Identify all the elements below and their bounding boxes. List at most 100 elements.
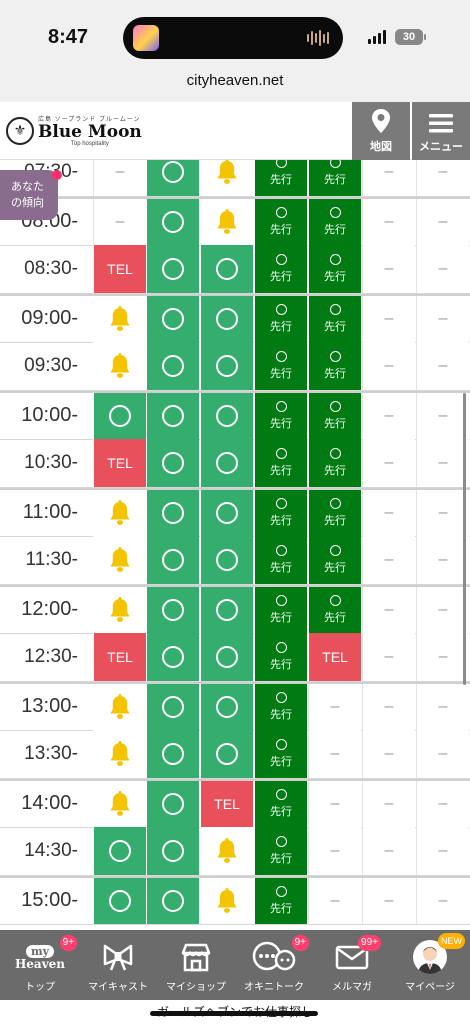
slot-available[interactable] xyxy=(146,683,199,730)
slot-advance-booking[interactable]: 先行 xyxy=(254,877,307,924)
slot-advance-booking[interactable]: 先行 xyxy=(254,633,307,681)
circle-icon xyxy=(216,258,238,280)
slot-notify[interactable] xyxy=(93,730,146,778)
slot-available[interactable] xyxy=(200,489,253,536)
slot-advance-booking[interactable]: 先行 xyxy=(254,489,307,536)
slot-available[interactable] xyxy=(146,439,199,487)
slot-available[interactable] xyxy=(200,342,253,390)
slot-available[interactable] xyxy=(146,586,199,633)
circle-icon xyxy=(216,452,238,474)
nav-item-4[interactable]: 99+ メルマガ xyxy=(313,930,391,1000)
nav-item-0[interactable]: my Heaven 9+ トップ xyxy=(1,930,79,1000)
slot-notify[interactable] xyxy=(200,877,253,924)
map-button[interactable]: 地図 xyxy=(352,102,410,160)
slot-unavailable: – xyxy=(362,342,415,390)
slot-notify[interactable] xyxy=(93,683,146,730)
slot-available[interactable] xyxy=(200,683,253,730)
slot-advance-booking[interactable]: 先行 xyxy=(254,198,307,245)
slot-notify[interactable] xyxy=(93,780,146,827)
slot-notify[interactable] xyxy=(200,160,253,196)
slot-advance-booking[interactable]: 先行 xyxy=(308,489,361,536)
circle-icon xyxy=(109,889,131,912)
slot-advance-booking[interactable]: 先行 xyxy=(308,439,361,487)
slot-available[interactable] xyxy=(93,392,146,439)
slot-unavailable: – xyxy=(416,780,469,827)
slot-advance-booking[interactable]: 先行 xyxy=(254,683,307,730)
slot-available[interactable] xyxy=(200,295,253,342)
slot-advance-booking[interactable]: 先行 xyxy=(308,392,361,439)
small-circle-icon xyxy=(329,254,341,265)
small-circle-icon xyxy=(329,160,341,168)
slot-notify[interactable] xyxy=(93,489,146,536)
slot-available[interactable] xyxy=(146,780,199,827)
slot-available[interactable] xyxy=(200,245,253,293)
slot-available[interactable] xyxy=(200,536,253,584)
slot-available[interactable] xyxy=(146,342,199,390)
nav-badge: NEW xyxy=(438,933,465,949)
slot-available[interactable] xyxy=(146,160,199,196)
slot-advance-booking[interactable]: 先行 xyxy=(308,586,361,633)
slot-notify[interactable] xyxy=(93,342,146,390)
slot-notify[interactable] xyxy=(200,827,253,875)
slot-tel[interactable]: TEL xyxy=(308,633,361,681)
slot-available[interactable] xyxy=(146,489,199,536)
slot-available[interactable] xyxy=(200,392,253,439)
logo-emblem-icon: ⚜ xyxy=(6,116,34,145)
slot-notify[interactable] xyxy=(93,295,146,342)
circle-icon xyxy=(162,889,184,912)
shop-logo[interactable]: ⚜ 広島 ソープランド ブルームーン Blue Moon Top hospita… xyxy=(6,114,142,147)
slot-tel[interactable]: TEL xyxy=(93,633,146,681)
slot-advance-booking[interactable]: 先行 xyxy=(308,198,361,245)
slot-tel[interactable]: TEL xyxy=(200,780,253,827)
slot-advance-booking[interactable]: 先行 xyxy=(254,295,307,342)
nav-item-1[interactable]: マイキャスト xyxy=(79,930,157,1000)
slot-advance-booking[interactable]: 先行 xyxy=(254,245,307,293)
slot-advance-booking[interactable]: 先行 xyxy=(308,160,361,196)
slot-advance-booking[interactable]: 先行 xyxy=(308,342,361,390)
slot-advance-booking[interactable]: 先行 xyxy=(254,827,307,875)
url-bar[interactable]: cityheaven.net xyxy=(0,66,470,102)
slot-available[interactable] xyxy=(146,198,199,245)
slot-advance-booking[interactable]: 先行 xyxy=(308,245,361,293)
slot-available[interactable] xyxy=(146,633,199,681)
slot-available[interactable] xyxy=(146,245,199,293)
slot-available[interactable] xyxy=(93,827,146,875)
circle-icon xyxy=(162,646,184,668)
small-circle-icon xyxy=(275,351,287,362)
circle-icon xyxy=(216,501,238,524)
slot-notify[interactable] xyxy=(93,536,146,584)
slot-available[interactable] xyxy=(146,536,199,584)
slot-tel[interactable]: TEL xyxy=(93,245,146,293)
scrollbar[interactable] xyxy=(463,393,466,685)
nav-item-5[interactable]: NEW マイページ xyxy=(391,930,469,1000)
slot-notify[interactable] xyxy=(93,586,146,633)
slot-advance-booking[interactable]: 先行 xyxy=(308,536,361,584)
small-circle-icon xyxy=(275,885,287,897)
slot-available[interactable] xyxy=(200,439,253,487)
nav-item-2[interactable]: マイショップ xyxy=(157,930,235,1000)
slot-available[interactable] xyxy=(200,730,253,778)
slot-available[interactable] xyxy=(146,295,199,342)
slot-advance-booking[interactable]: 先行 xyxy=(254,342,307,390)
slot-available[interactable] xyxy=(146,730,199,778)
slot-available[interactable] xyxy=(146,877,199,924)
slot-tel[interactable]: TEL xyxy=(93,439,146,487)
slot-advance-booking[interactable]: 先行 xyxy=(254,780,307,827)
slot-available[interactable] xyxy=(200,633,253,681)
slot-advance-booking[interactable]: 先行 xyxy=(254,536,307,584)
tendency-badge[interactable]: あなた の傾向 xyxy=(0,170,58,220)
slot-advance-booking[interactable]: 先行 xyxy=(254,439,307,487)
slot-advance-booking[interactable]: 先行 xyxy=(254,160,307,196)
slot-advance-booking[interactable]: 先行 xyxy=(254,586,307,633)
slot-notify[interactable] xyxy=(200,198,253,245)
slot-advance-booking[interactable]: 先行 xyxy=(254,392,307,439)
slot-available[interactable] xyxy=(93,877,146,924)
slot-advance-booking[interactable]: 先行 xyxy=(254,730,307,778)
nav-item-3[interactable]: 9+ オキニトーク xyxy=(235,930,313,1000)
slot-available[interactable] xyxy=(146,827,199,875)
bell-icon xyxy=(110,790,130,816)
slot-advance-booking[interactable]: 先行 xyxy=(308,295,361,342)
slot-available[interactable] xyxy=(200,586,253,633)
menu-button[interactable]: メニュー xyxy=(412,102,470,160)
slot-available[interactable] xyxy=(146,392,199,439)
